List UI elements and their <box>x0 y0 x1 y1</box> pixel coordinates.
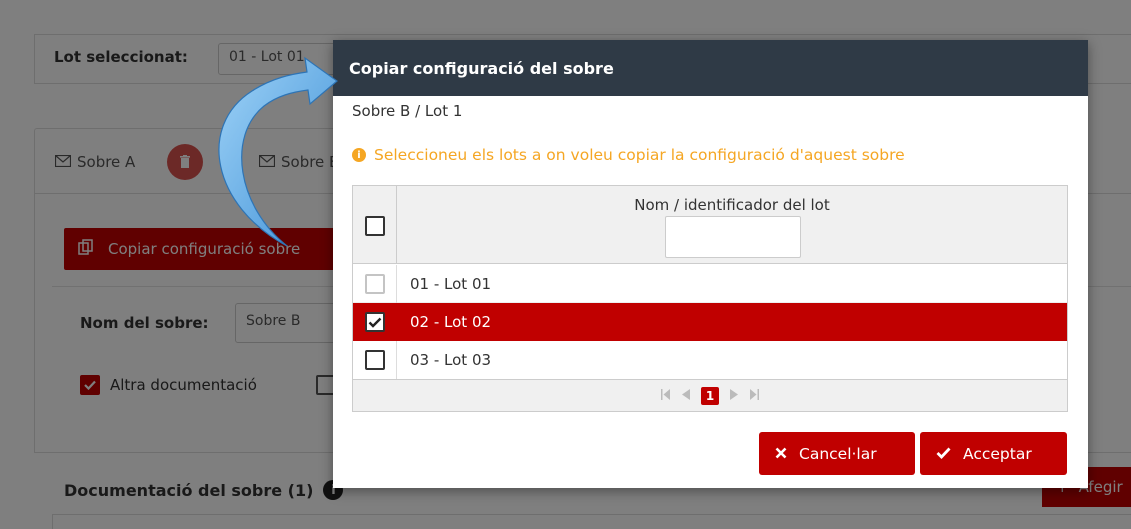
close-icon <box>775 445 787 463</box>
row-checkbox[interactable] <box>365 274 385 294</box>
table-row[interactable]: 03 - Lot 03 <box>353 341 1067 379</box>
accept-label: Acceptar <box>963 444 1032 463</box>
grid-header: Nom / identificador del lot <box>353 186 1067 264</box>
column-header-nom[interactable]: Nom / identificador del lot <box>397 196 1067 214</box>
next-page-icon[interactable] <box>729 388 739 403</box>
dialog-warning: i Seleccioneu els lots a on voleu copiar… <box>352 146 905 164</box>
prev-page-icon[interactable] <box>681 388 691 403</box>
row-label: 02 - Lot 02 <box>410 313 492 331</box>
dialog-title: Copiar configuració del sobre <box>333 40 1088 96</box>
first-page-icon[interactable] <box>661 388 671 403</box>
cancel-button[interactable]: Cancel·lar <box>759 432 915 475</box>
table-row[interactable]: 02 - Lot 02 <box>353 303 1067 341</box>
row-checkbox[interactable] <box>365 312 385 332</box>
checkmark-icon <box>368 317 382 328</box>
copy-config-dialog: Copiar configuració del sobre Sobre B / … <box>333 40 1088 488</box>
check-icon <box>936 445 951 463</box>
last-page-icon[interactable] <box>749 388 759 403</box>
lot-filter-input[interactable] <box>665 216 801 258</box>
row-label: 01 - Lot 01 <box>410 275 492 293</box>
grid-pager: 1 <box>353 379 1067 411</box>
curved-arrow-annotation <box>218 56 338 247</box>
row-label: 03 - Lot 03 <box>410 351 492 369</box>
info-icon: i <box>352 148 366 162</box>
dialog-subtitle: Sobre B / Lot 1 <box>352 102 463 120</box>
accept-button[interactable]: Acceptar <box>920 432 1067 475</box>
cancel-label: Cancel·lar <box>799 444 877 463</box>
select-all-checkbox[interactable] <box>365 216 385 236</box>
warning-text: Seleccioneu els lots a on voleu copiar l… <box>374 146 905 164</box>
lots-grid: Nom / identificador del lot 01 - Lot 01 … <box>352 185 1068 412</box>
page-number[interactable]: 1 <box>701 386 719 405</box>
row-checkbox[interactable] <box>365 350 385 370</box>
table-row[interactable]: 01 - Lot 01 <box>353 265 1067 303</box>
